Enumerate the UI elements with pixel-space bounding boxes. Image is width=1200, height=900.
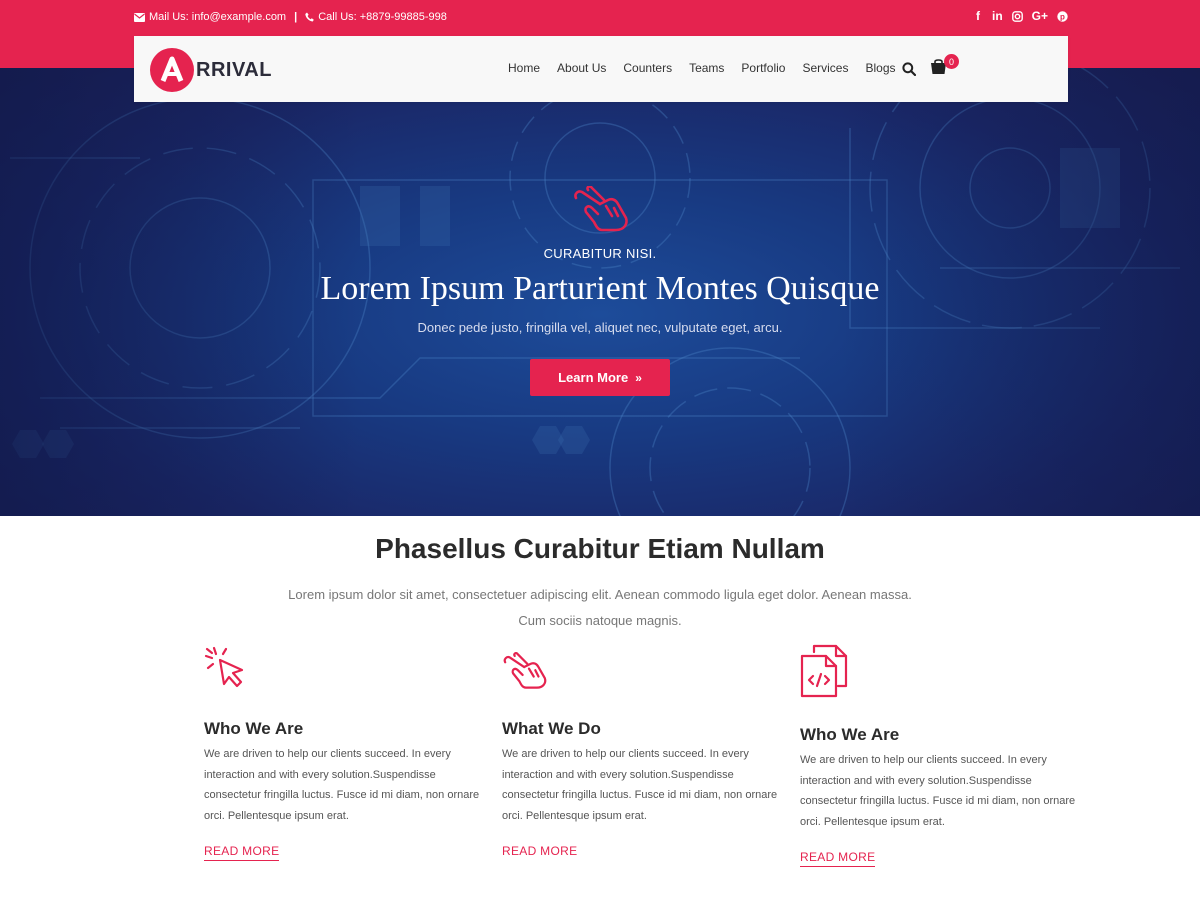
section-intro-line-1: Lorem ipsum dolor sit amet, consectetuer… [288,587,912,602]
section-intro: Lorem ipsum dolor sit amet, consectetuer… [270,582,930,634]
nav-item-blogs[interactable]: Blogs [865,61,895,75]
read-more-link[interactable]: READ MORE [800,850,876,867]
feature-text: We are driven to help our clients succee… [204,748,480,822]
learn-more-label: Learn More [558,370,629,385]
nav-item-home[interactable]: Home [508,61,540,75]
read-more-link[interactable]: READ MORE [204,844,280,861]
svg-text:p: p [1060,12,1065,21]
logo-text: RRIVAL [196,58,272,81]
nav-menu: Home About Us Counters Teams Portfolio S… [508,61,913,75]
phone-icon [305,12,314,22]
feature-text: We are driven to help our clients succee… [502,748,778,822]
nav-item-portfolio[interactable]: Portfolio [741,61,785,75]
hero-subtitle: Donec pede justo, fringilla vel, aliquet… [417,320,783,335]
nav-item-about-us[interactable]: About Us [557,61,606,75]
double-chevron-right-icon: » [635,370,642,385]
read-more-link[interactable]: READ MORE [502,844,577,860]
mail-link[interactable]: Mail Us: info@example.com [134,11,286,23]
page: Mail Us: info@example.com | Call Us: +88… [0,0,1200,900]
logo[interactable]: RRIVAL [150,48,272,92]
call-link[interactable]: Call Us: +8879-99885-998 [305,11,447,23]
contact-info: Mail Us: info@example.com | Call Us: +88… [134,11,447,23]
envelope-icon [134,12,145,22]
instagram-icon[interactable] [1011,9,1023,23]
pinterest-icon[interactable]: p [1057,9,1068,23]
call-text: Call Us: +8879-99885-998 [318,11,447,23]
hero-banner: CURABITUR NISI. Lorem Ipsum Parturient M… [0,68,1200,516]
feature-title: Who We Are [204,719,304,738]
feature-title: Who We Are [800,725,900,744]
feature-text: We are driven to help our clients succee… [800,754,1076,828]
cursor-click-icon [204,646,250,697]
hero-eyebrow: CURABITUR NISI. [543,246,657,261]
section-intro-line-2: Cum sociis natoque magnis. [518,613,682,628]
logo-a-icon [150,48,194,92]
nav-item-teams[interactable]: Teams [689,61,724,75]
linkedin-icon[interactable]: in [992,9,1003,23]
section-title: Phasellus Curabitur Etiam Nullam [375,533,825,564]
learn-more-button[interactable]: Learn More » [530,359,670,396]
facebook-icon[interactable]: f [973,9,983,23]
nav-item-counters[interactable]: Counters [623,61,672,75]
mail-text: Mail Us: info@example.com [149,11,287,23]
google-plus-icon[interactable]: G+ [1032,9,1048,23]
cart-button[interactable]: 0 [930,54,959,80]
contact-separator: | [294,11,298,23]
search-icon[interactable] [902,62,917,81]
hero-title: Lorem Ipsum Parturient Montes Quisque [320,270,880,307]
feature-title: What We Do [502,719,601,738]
social-links: f in G+ p [973,9,1068,23]
hand-pointer-icon [502,652,548,695]
main-navbar: RRIVAL Home About Us Counters Teams Port… [134,36,1068,102]
cart-count-badge: 0 [944,54,959,69]
hand-pointer-icon [572,185,630,237]
code-files-icon [800,644,848,703]
nav-item-services[interactable]: Services [802,61,848,75]
